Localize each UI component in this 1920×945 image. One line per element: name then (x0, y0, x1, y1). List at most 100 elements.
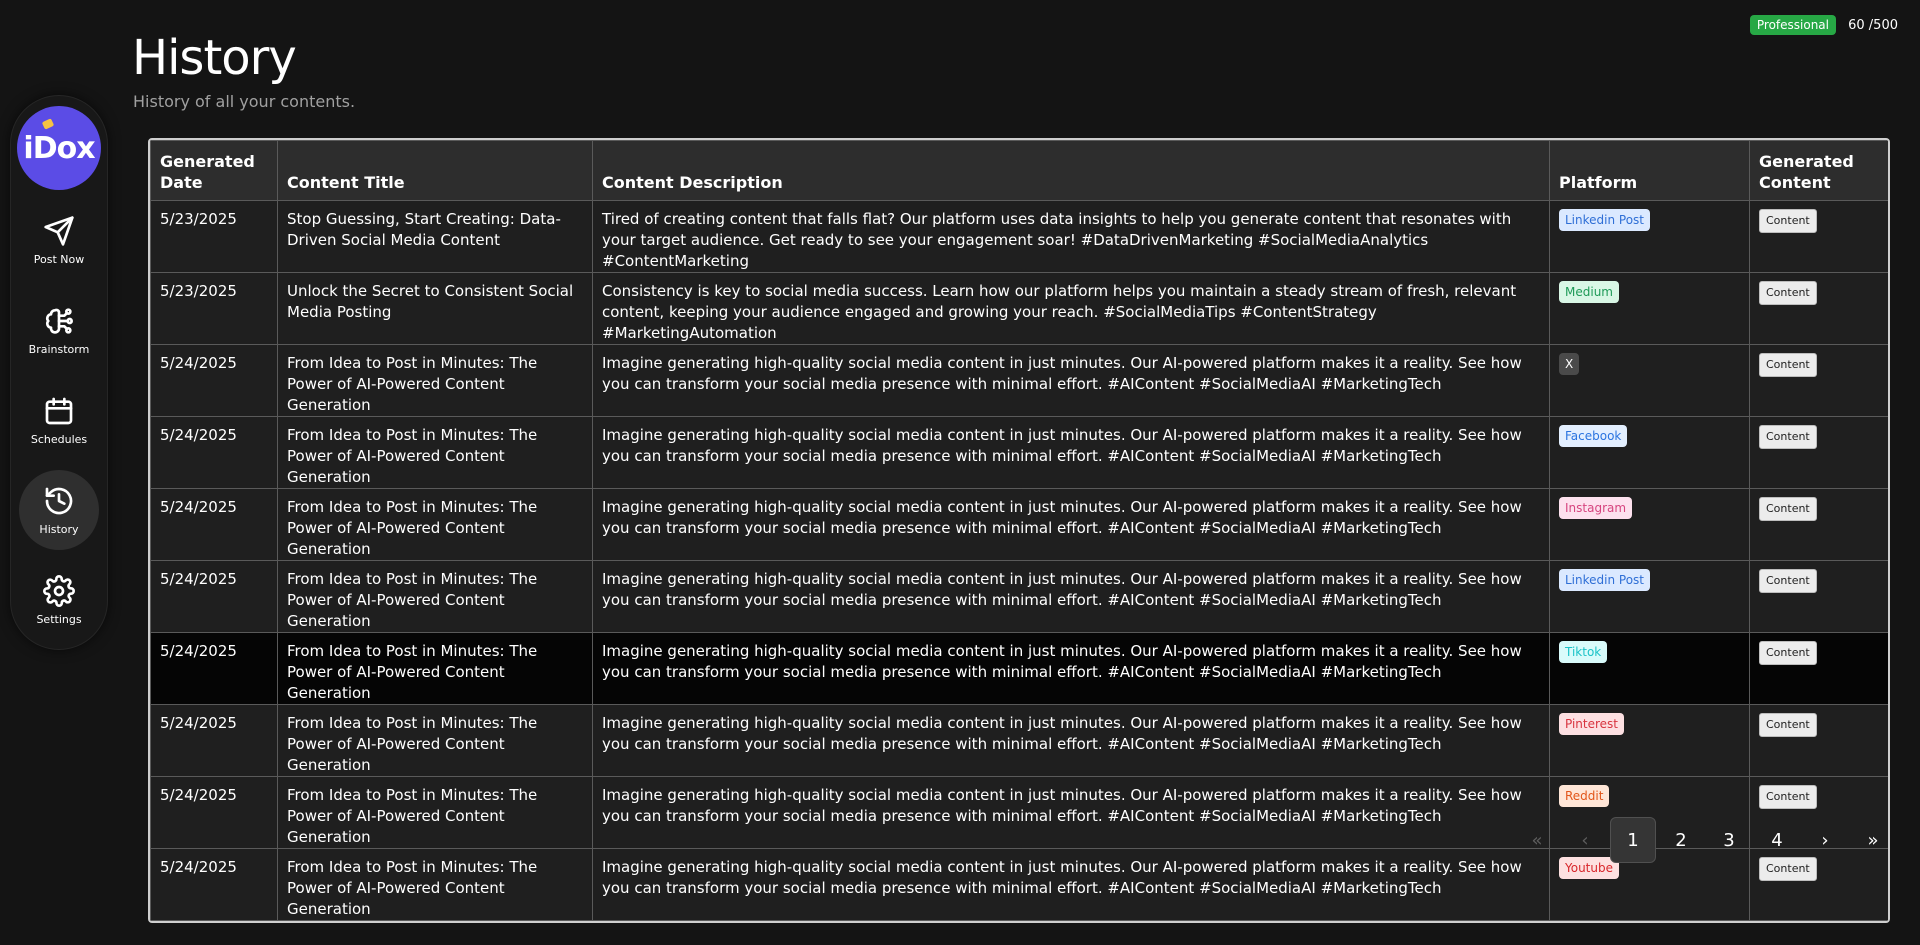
table-row: 5/24/2025 From Idea to Post in Minutes: T… (150, 632, 1888, 705)
last-page-button[interactable]: » (1850, 817, 1896, 863)
cell-generated-content: Content (1749, 560, 1888, 633)
send-icon (44, 215, 74, 246)
column-header-platform: Platform (1549, 140, 1750, 201)
column-header-generated-content: Generated Content (1749, 140, 1888, 201)
cell-date: 5/24/2025 (150, 560, 278, 633)
platform-badge: Medium (1559, 281, 1619, 303)
table-row: 5/24/2025 From Idea to Post in Minutes: T… (150, 344, 1888, 417)
cell-date: 5/24/2025 (150, 344, 278, 417)
platform-badge: Reddit (1559, 785, 1610, 807)
credits-counter: 60 /500 (1848, 18, 1898, 33)
table-header-row: Generated Date Content Title Content Des… (150, 140, 1888, 201)
cell-platform: Facebook (1549, 416, 1750, 489)
cell-title: From Idea to Post in Minutes: The Power … (277, 416, 593, 489)
cell-platform: Linkedin Post (1549, 560, 1750, 633)
cell-title: From Idea to Post in Minutes: The Power … (277, 488, 593, 561)
view-content-button[interactable]: Content (1759, 209, 1817, 233)
cell-description: Consistency is key to social media succe… (592, 272, 1550, 345)
cell-platform: Instagram (1549, 488, 1750, 561)
cell-title: From Idea to Post in Minutes: The Power … (277, 776, 593, 849)
page-button-2[interactable]: 2 (1658, 817, 1704, 863)
cell-description: Imagine generating high-quality social m… (592, 560, 1550, 633)
view-content-button[interactable]: Content (1759, 713, 1817, 737)
table-row: 5/24/2025 From Idea to Post in Minutes: T… (150, 704, 1888, 777)
page-subtitle: History of all your contents. (133, 92, 356, 111)
sidebar-item-post-now[interactable]: Post Now (19, 200, 99, 280)
cell-generated-content: Content (1749, 416, 1888, 489)
sidebar-item-history[interactable]: History (19, 470, 99, 550)
app-logo[interactable]: iDox (17, 106, 101, 190)
view-content-button[interactable]: Content (1759, 785, 1817, 809)
logo-mark-icon: iDox (23, 130, 95, 166)
cell-title: Stop Guessing, Start Creating: Data-Driv… (277, 200, 593, 273)
cell-description: Imagine generating high-quality social m… (592, 776, 1550, 849)
view-content-button[interactable]: Content (1759, 497, 1817, 521)
cell-description: Imagine generating high-quality social m… (592, 344, 1550, 417)
next-page-button[interactable]: › (1802, 817, 1848, 863)
sidebar-item-schedules[interactable]: Schedules (19, 380, 99, 460)
sidebar-item-label: Brainstorm (28, 342, 90, 356)
sidebar-item-label: History (39, 522, 79, 536)
cell-title: From Idea to Post in Minutes: The Power … (277, 632, 593, 705)
prev-page-button[interactable]: ‹ (1562, 817, 1608, 863)
cell-platform: X (1549, 344, 1750, 417)
platform-badge: Linkedin Post (1559, 209, 1651, 231)
logo-spark-icon (41, 118, 55, 130)
gear-icon (43, 574, 75, 607)
platform-badge: Pinterest (1559, 713, 1625, 735)
cell-description: Imagine generating high-quality social m… (592, 416, 1550, 489)
history-icon (45, 487, 73, 514)
cell-platform: Linkedin Post (1549, 200, 1750, 273)
sidebar-item-label: Schedules (30, 432, 88, 446)
cell-generated-content: Content (1749, 632, 1888, 705)
cell-description: Imagine generating high-quality social m… (592, 488, 1550, 561)
cell-date: 5/24/2025 (150, 488, 278, 561)
table-row: 5/23/2025 Stop Guessing, Start Creating: … (150, 200, 1888, 273)
cell-description: Tired of creating content that falls fla… (592, 200, 1550, 273)
platform-badge: Instagram (1559, 497, 1633, 519)
sidebar-item-label: Post Now (33, 252, 85, 266)
column-header-description: Content Description (592, 140, 1550, 201)
cell-title: From Idea to Post in Minutes: The Power … (277, 560, 593, 633)
page-button-1[interactable]: 1 (1610, 817, 1656, 863)
brain-icon (45, 307, 73, 334)
calendar-icon (45, 397, 73, 424)
cell-date: 5/24/2025 (150, 416, 278, 489)
cell-platform: Tiktok (1549, 632, 1750, 705)
sidebar: iDox Post Now Brainstorm Schedules Histo… (10, 95, 108, 650)
column-header-date: Generated Date (150, 140, 278, 201)
history-table: Generated Date Content Title Content Des… (148, 138, 1890, 923)
sidebar-item-settings[interactable]: Settings (19, 560, 99, 640)
plan-badge: Professional (1749, 15, 1836, 35)
cell-title: From Idea to Post in Minutes: The Power … (277, 848, 593, 921)
view-content-button[interactable]: Content (1759, 353, 1817, 377)
cell-date: 5/24/2025 (150, 704, 278, 777)
page-title: History (132, 30, 297, 86)
platform-badge: Linkedin Post (1559, 569, 1651, 591)
view-content-button[interactable]: Content (1759, 281, 1817, 305)
cell-title: From Idea to Post in Minutes: The Power … (277, 704, 593, 777)
cell-date: 5/23/2025 (150, 272, 278, 345)
cell-generated-content: Content (1749, 272, 1888, 345)
sidebar-item-brainstorm[interactable]: Brainstorm (19, 290, 99, 370)
view-content-button[interactable]: Content (1759, 569, 1817, 593)
table-row: 5/24/2025 From Idea to Post in Minutes: T… (150, 416, 1888, 489)
table-row: 5/23/2025 Unlock the Secret to Consistent… (150, 272, 1888, 345)
page-button-3[interactable]: 3 (1706, 817, 1752, 863)
cell-generated-content: Content (1749, 200, 1888, 273)
pagination: « ‹ 1 2 3 4 › » (1514, 817, 1896, 863)
cell-title: From Idea to Post in Minutes: The Power … (277, 344, 593, 417)
view-content-button[interactable]: Content (1759, 641, 1817, 665)
platform-badge: Facebook (1559, 425, 1628, 447)
platform-badge: X (1559, 353, 1580, 375)
cell-generated-content: Content (1749, 488, 1888, 561)
cell-date: 5/24/2025 (150, 848, 278, 921)
cell-date: 5/24/2025 (150, 776, 278, 849)
page-button-4[interactable]: 4 (1754, 817, 1800, 863)
view-content-button[interactable]: Content (1759, 425, 1817, 449)
table-row: 5/24/2025 From Idea to Post in Minutes: T… (150, 488, 1888, 561)
cell-platform: Medium (1549, 272, 1750, 345)
first-page-button[interactable]: « (1514, 817, 1560, 863)
cell-date: 5/23/2025 (150, 200, 278, 273)
cell-platform: Pinterest (1549, 704, 1750, 777)
